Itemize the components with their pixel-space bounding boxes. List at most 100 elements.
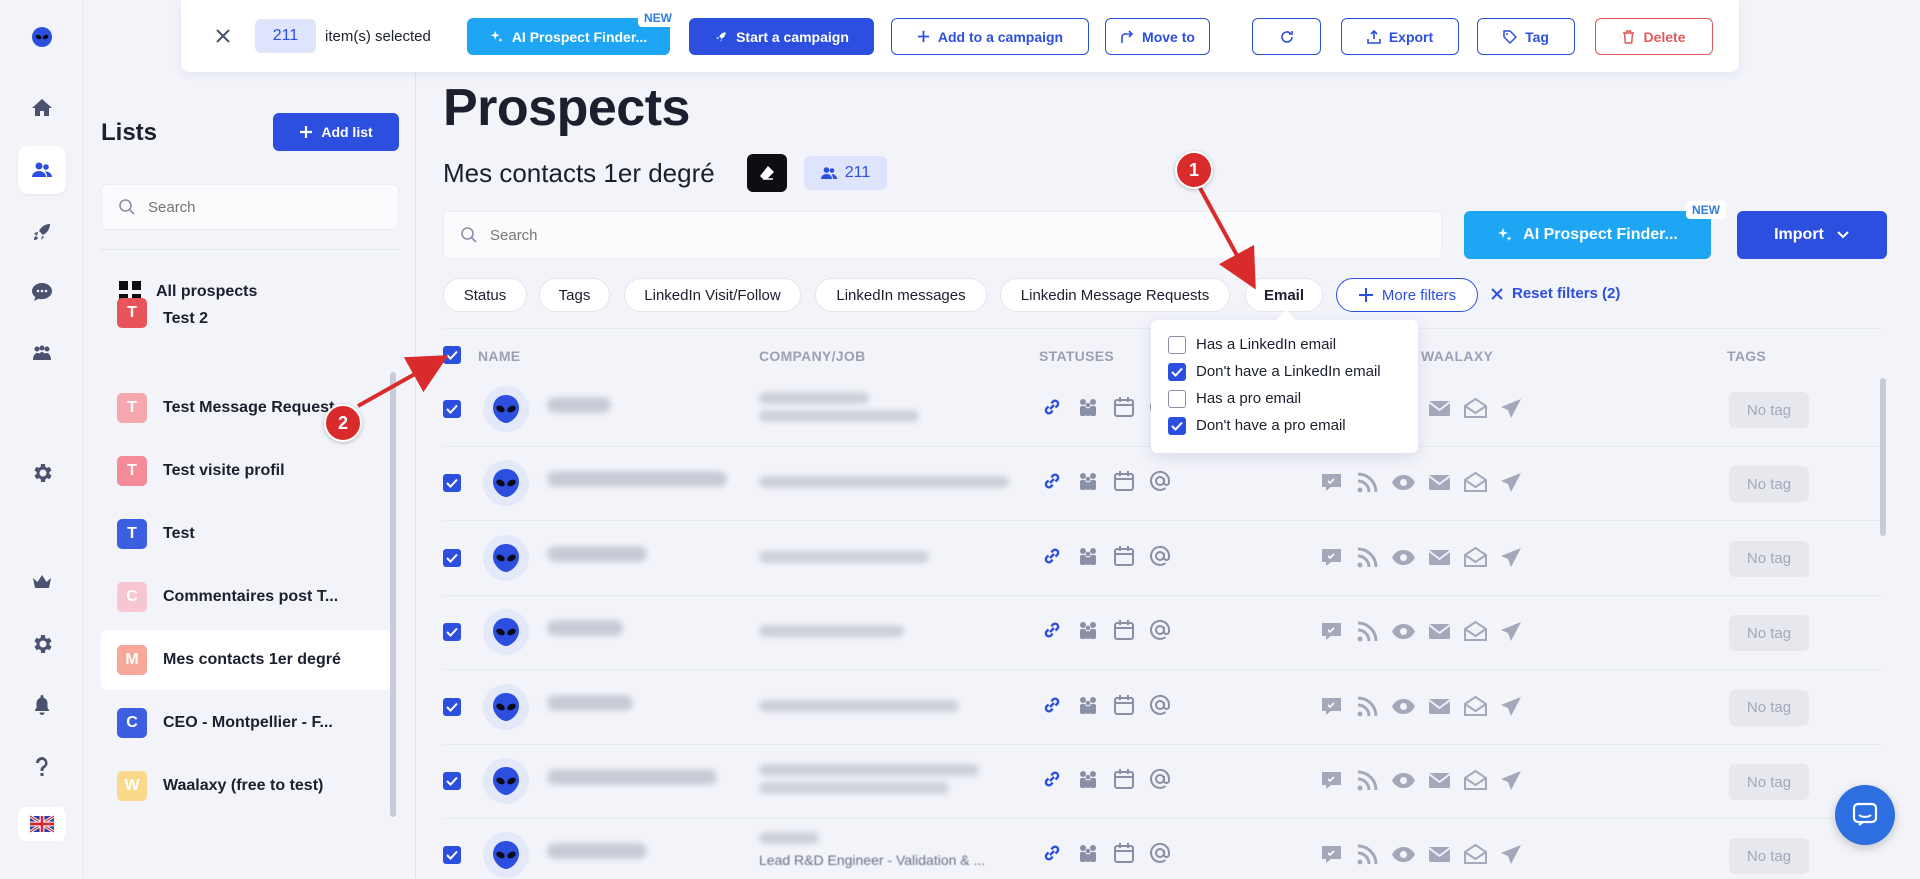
inbox-chat-icon[interactable] — [18, 268, 66, 316]
waalaxy-logo-icon[interactable] — [18, 13, 66, 61]
lists-search-box[interactable] — [101, 184, 399, 230]
support-chat-button[interactable] — [1835, 785, 1895, 845]
no-tag-badge[interactable]: No tag — [1729, 838, 1809, 875]
prospect-search-box[interactable] — [443, 211, 1442, 259]
prospect-company-blurred — [759, 764, 979, 776]
filter-tags-chip[interactable]: Tags — [539, 278, 610, 312]
column-waalaxy-header[interactable]: WAALAXY — [1421, 348, 1493, 364]
prospect-name-blurred[interactable] — [547, 769, 717, 785]
filter-status-chip[interactable]: Status — [443, 278, 527, 312]
lists-divider — [101, 249, 399, 250]
prospects-icon[interactable] — [18, 146, 66, 194]
column-statuses-header[interactable]: STATUSES — [1039, 348, 1114, 364]
delete-button[interactable]: Delete — [1595, 18, 1713, 55]
refresh-button[interactable] — [1252, 18, 1321, 55]
row-checkbox[interactable] — [443, 474, 461, 493]
prospect-name-blurred[interactable] — [547, 545, 647, 562]
table-scrollbar[interactable] — [1880, 378, 1886, 536]
row-checkbox[interactable] — [443, 623, 461, 642]
account-settings-icon[interactable] — [18, 620, 66, 668]
email-option-has-pro[interactable]: Has a pro email — [1168, 385, 1418, 412]
prospect-avatar — [483, 460, 529, 507]
filter-message-requests-chip[interactable]: Linkedin Message Requests — [1000, 278, 1230, 312]
prospect-name-blurred[interactable] — [547, 694, 633, 711]
column-name-header[interactable]: NAME — [478, 348, 520, 364]
help-question-icon[interactable] — [18, 742, 66, 790]
no-tag-badge[interactable]: No tag — [1729, 540, 1809, 577]
prospect-job-blurred — [759, 699, 959, 712]
email-option-has-linkedin[interactable]: Has a LinkedIn email — [1168, 331, 1418, 358]
table-row[interactable]: No tag — [443, 446, 1883, 520]
no-tag-badge[interactable]: No tag — [1729, 764, 1809, 800]
row-checkbox[interactable] — [443, 772, 461, 790]
home-icon[interactable] — [18, 84, 66, 132]
prospect-name-blurred[interactable] — [547, 397, 611, 413]
column-tags-header[interactable]: TAGS — [1727, 348, 1766, 364]
table-row[interactable]: No tag — [443, 521, 1883, 595]
list-item[interactable]: T Test — [101, 504, 391, 564]
table-row[interactable]: No tag — [443, 744, 1883, 818]
list-item[interactable]: C CEO - Montpellier - F... — [101, 693, 391, 753]
lists-scrollbar[interactable] — [390, 372, 396, 817]
no-tag-badge[interactable]: No tag — [1729, 689, 1809, 726]
import-button[interactable]: Import — [1737, 211, 1887, 259]
sparkle-icon — [1498, 228, 1512, 241]
team-icon[interactable] — [18, 330, 66, 378]
campaigns-rocket-icon[interactable] — [18, 208, 66, 256]
select-all-checkbox[interactable] — [443, 346, 461, 364]
email-open-icon — [1464, 397, 1487, 418]
lists-search-input[interactable] — [148, 198, 378, 216]
table-row[interactable]: Lead R&D Engineer - Validation & ... No t… — [443, 818, 1883, 879]
checkbox-checked[interactable] — [1168, 416, 1186, 435]
settings-gear-icon[interactable] — [18, 449, 66, 497]
ai-prospect-finder-button[interactable]: AI Prospect Finder... — [1464, 211, 1711, 259]
selected-text: item(s) selected — [325, 28, 431, 45]
add-list-label: Add list — [321, 124, 373, 140]
prospect-name-blurred[interactable] — [547, 471, 727, 488]
row-checkbox[interactable] — [443, 846, 461, 865]
notifications-bell-icon[interactable] — [18, 681, 66, 729]
filter-linkedin-visit-chip[interactable]: LinkedIn Visit/Follow — [624, 278, 801, 312]
row-checkbox[interactable] — [443, 400, 461, 418]
list-item[interactable]: T Test 2 — [101, 292, 391, 338]
no-tag-badge[interactable]: No tag — [1729, 392, 1809, 428]
delete-label: Delete — [1643, 28, 1686, 45]
crown-premium-icon[interactable] — [18, 558, 66, 606]
add-to-campaign-button[interactable]: Add to a campaign — [891, 18, 1089, 55]
filter-linkedin-messages-chip[interactable]: LinkedIn messages — [815, 278, 987, 312]
list-item[interactable]: W Waalaxy (free to test) — [101, 756, 391, 816]
column-company-header[interactable]: COMPANY/JOB — [759, 348, 866, 364]
email-option-no-linkedin[interactable]: Don't have a LinkedIn email — [1168, 358, 1418, 385]
prospect-name-blurred[interactable] — [547, 843, 647, 860]
prospect-search-input[interactable] — [490, 226, 1390, 244]
more-filters-button[interactable]: More filters — [1336, 278, 1478, 312]
prospect-name-blurred[interactable] — [547, 620, 623, 637]
check-icon — [1171, 421, 1183, 431]
email-option-no-pro[interactable]: Don't have a pro email — [1168, 412, 1418, 439]
calendar-icon — [1114, 694, 1134, 715]
tag-button[interactable]: Tag — [1477, 18, 1575, 55]
checkbox[interactable] — [1168, 335, 1186, 354]
filter-email-chip[interactable]: Email — [1245, 278, 1323, 312]
row-checkbox[interactable] — [443, 697, 461, 716]
reset-filters-button[interactable]: Reset filters (2) — [1490, 285, 1620, 302]
list-item[interactable]: C Commentaires post T... — [101, 567, 391, 627]
close-icon[interactable] — [211, 24, 235, 48]
start-campaign-button[interactable]: Start a campaign — [689, 18, 874, 55]
table-row[interactable]: No tag — [443, 670, 1883, 744]
row-checkbox[interactable] — [443, 548, 461, 567]
move-to-button[interactable]: Move to — [1105, 18, 1210, 55]
edit-list-button[interactable] — [747, 154, 787, 192]
checkbox[interactable] — [1168, 389, 1186, 408]
relations-icon — [1080, 622, 1096, 640]
checkbox-checked[interactable] — [1168, 362, 1186, 381]
export-button[interactable]: Export — [1341, 18, 1459, 55]
table-row[interactable]: No tag — [443, 595, 1883, 669]
language-flag-uk-icon[interactable] — [18, 807, 66, 841]
no-tag-badge[interactable]: No tag — [1729, 615, 1809, 652]
no-tag-badge[interactable]: No tag — [1729, 466, 1809, 503]
list-item[interactable]: M Mes contacts 1er degré — [101, 630, 391, 690]
email-open-icon — [1464, 620, 1487, 642]
add-list-button[interactable]: Add list — [273, 113, 399, 151]
list-item[interactable]: T Test visite profil — [101, 441, 391, 501]
